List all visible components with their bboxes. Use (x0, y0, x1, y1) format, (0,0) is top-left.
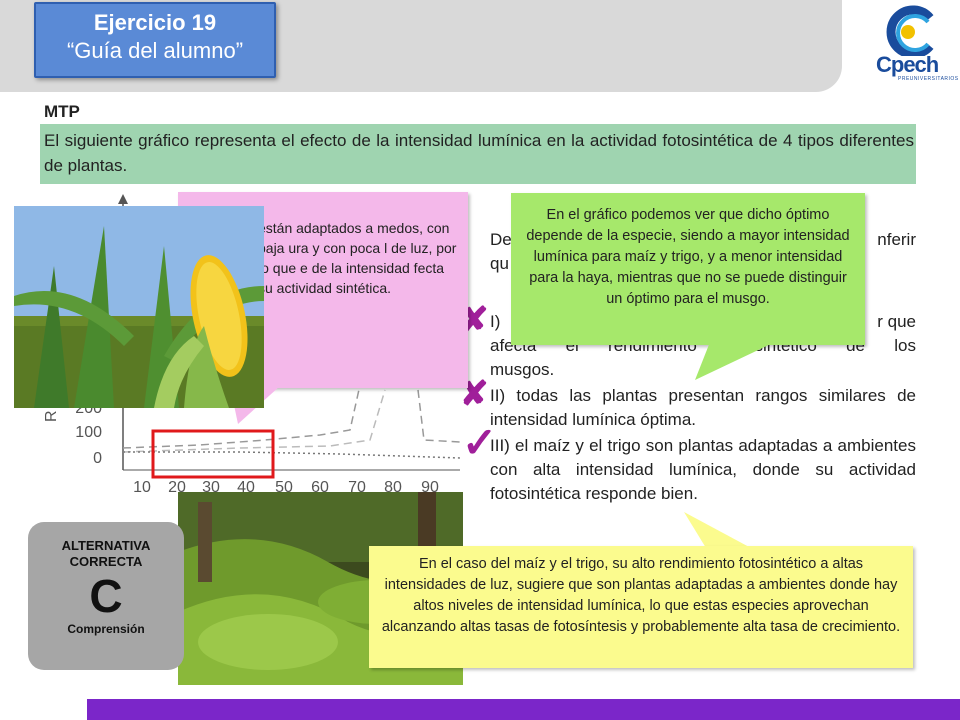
statement-1-end: r que (877, 312, 916, 331)
green-callout-pointer (695, 342, 775, 380)
x-tick-10: 10 (133, 479, 151, 496)
question-line-1-start: De (490, 230, 512, 249)
y-tick-labels: 0 100 200 (75, 400, 102, 467)
green-callout-text: En el gráfico podemos ver que dicho ópti… (526, 207, 850, 307)
y-axis-label: R (43, 410, 60, 422)
answer-letter: C (89, 570, 123, 622)
logo-wordmark: Cpech (876, 52, 939, 77)
logo-c-icon (886, 5, 934, 59)
answer-label: ALTERNATIVA CORRECTA (61, 538, 151, 569)
yellow-callout-text: En el caso del maíz y el trigo, su alto … (381, 556, 901, 635)
statement-2: II) todas las plantas presentan rangos s… (490, 386, 916, 429)
corn-image (14, 206, 264, 408)
question-line-1-end: nferir (877, 230, 916, 249)
intro-text: El siguiente gráfico representa el efect… (40, 124, 916, 184)
footer-bar (87, 699, 960, 720)
section-label: MTP (44, 102, 80, 121)
y-tick-0: 0 (93, 450, 102, 467)
green-callout: En el gráfico podemos ver que dicho ópti… (511, 193, 865, 345)
yellow-callout: En el caso del maíz y el trigo, su alto … (369, 546, 913, 668)
exercise-subtitle: “Guía del alumno” (66, 38, 244, 63)
y-axis-arrow-icon (118, 194, 128, 204)
check-mark-icon: ✓ (462, 419, 498, 466)
y-tick-100: 100 (75, 424, 102, 441)
series-line-dotted (123, 451, 461, 459)
corn-illustration (14, 206, 264, 408)
pink-callout-text: están adaptados a medos, con baja ura y … (258, 220, 457, 296)
series-line-dashed-3 (417, 389, 461, 443)
exercise-title: Ejercicio 19 (93, 10, 217, 35)
answer-skill: Comprensión (67, 622, 145, 636)
correct-answer-box: ALTERNATIVA CORRECTA C Comprensión (28, 522, 184, 670)
cpech-logo: Cpech PREUNIVERSITARIOS (872, 4, 959, 88)
title-box: Ejercicio 19 “Guía del alumno” (34, 2, 276, 78)
statement-1-prefix: I) (490, 312, 501, 331)
statement-3: III) el maíz y el trigo son plantas adap… (490, 436, 916, 503)
logo-tagline: PREUNIVERSITARIOS (898, 76, 959, 82)
